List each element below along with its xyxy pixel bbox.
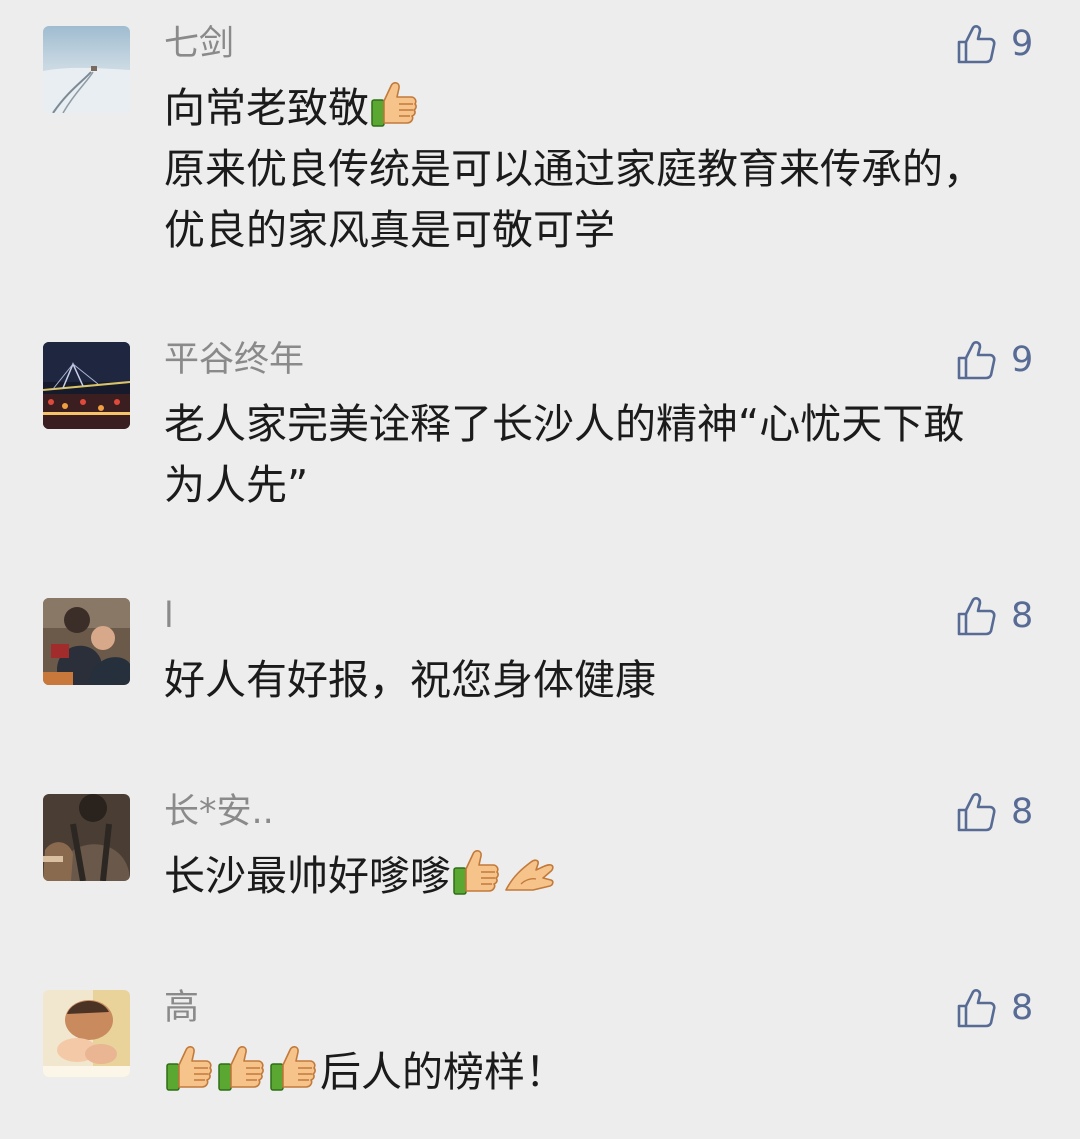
- night-bridge-avatar[interactable]: [43, 342, 130, 429]
- comment-username[interactable]: l: [164, 590, 174, 642]
- like-count: 9: [1011, 24, 1034, 64]
- comment-text-part: 原来优良传统是可以通过家庭教育来传承的，优良的家风真是可敬可学: [164, 145, 984, 254]
- thumbs-up-icon: [954, 594, 998, 638]
- thumbs-up-icon: [954, 338, 998, 382]
- like-button[interactable]: 8: [954, 983, 1033, 1033]
- like-button[interactable]: 9: [954, 19, 1033, 69]
- thumbs-up-emoji-icon: [268, 1042, 320, 1094]
- thumbs-up-emoji-icon: [216, 1042, 268, 1094]
- thumbs-up-icon: [954, 22, 998, 66]
- thumbs-up-icon: [954, 790, 998, 834]
- thumbs-up-emoji-icon: [451, 846, 503, 898]
- comment-text: 向常老致敬 原来优良传统是可以通过家庭教育来传承的，优良的家风真是可敬可学: [164, 78, 994, 261]
- people-photo-avatar[interactable]: [43, 598, 130, 685]
- like-count: 8: [1011, 596, 1034, 636]
- comment-text: 后人的榜样！: [164, 1042, 994, 1103]
- comment-text: 好人有好报，祝您身体健康: [164, 656, 656, 704]
- comment-text: 长沙最帅好嗲嗲: [164, 846, 994, 907]
- backpack-person-avatar[interactable]: [43, 794, 130, 881]
- like-button[interactable]: 9: [954, 335, 1033, 385]
- like-count: 8: [1011, 792, 1034, 832]
- comment-username[interactable]: 长*安..: [164, 786, 274, 838]
- thumbs-up-icon: [954, 986, 998, 1030]
- comment-username[interactable]: 七剑: [164, 18, 234, 70]
- comment-text-part: 长沙最帅好嗲嗲: [164, 852, 451, 900]
- child-photo-avatar[interactable]: [43, 990, 130, 1077]
- comment-username[interactable]: 高: [164, 982, 199, 1034]
- like-count: 9: [1011, 340, 1034, 380]
- snowy-field-avatar[interactable]: [43, 26, 130, 113]
- like-button[interactable]: 8: [954, 787, 1033, 837]
- thumbs-up-emoji-icon: [164, 1042, 216, 1094]
- comment-text-part: 后人的榜样！: [320, 1048, 566, 1096]
- comment-username[interactable]: 平谷终年: [164, 334, 304, 386]
- like-button[interactable]: 8: [954, 591, 1033, 641]
- comment-text-part: 向常老致敬: [164, 84, 369, 132]
- like-count: 8: [1011, 988, 1034, 1028]
- ok-hand-emoji-icon: [503, 846, 555, 898]
- comment-text: 老人家完美诠释了长沙人的精神“心忧天下敢为人先”: [164, 400, 965, 509]
- thumbs-up-emoji-icon: [369, 78, 421, 130]
